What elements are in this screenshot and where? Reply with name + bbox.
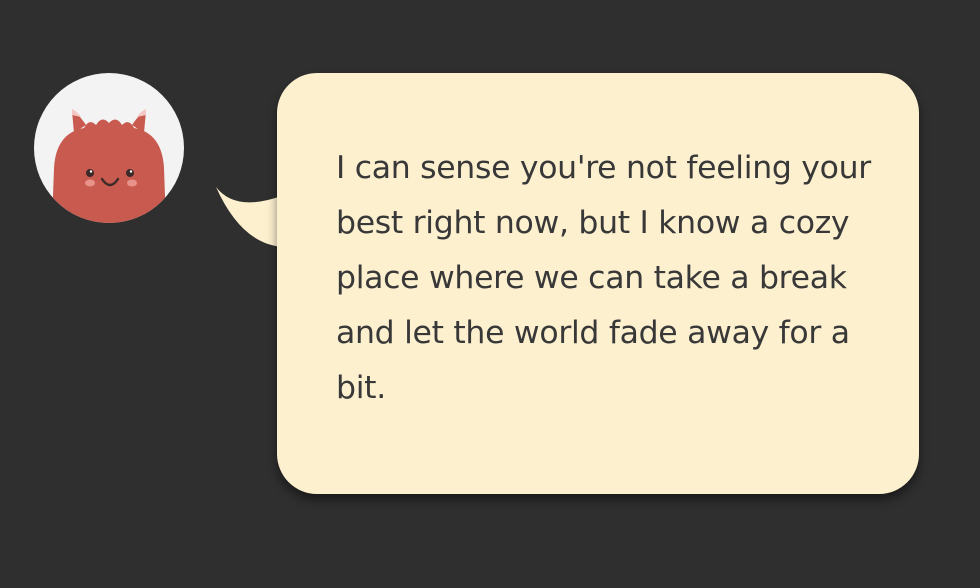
message-text: I can sense you're not feeling your best…	[336, 150, 871, 406]
message-bubble: I can sense you're not feeling your best…	[277, 73, 919, 494]
bot-avatar	[34, 73, 184, 223]
chat-stage: I can sense you're not feeling your best…	[0, 0, 980, 588]
red-monster-icon	[52, 109, 166, 223]
